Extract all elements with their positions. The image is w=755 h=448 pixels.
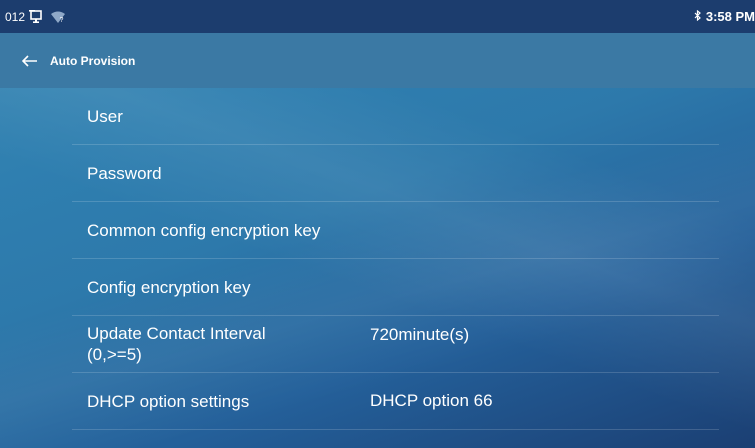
row-update-contact-interval[interactable]: Update Contact Interval (0,>=5) 720minut… [72, 316, 719, 373]
row-common-config-encryption-key[interactable]: Common config encryption key [72, 202, 719, 259]
row-user[interactable]: User [72, 88, 719, 145]
row-dhcp-option-settings[interactable]: DHCP option settings DHCP option 66 [72, 373, 719, 430]
page-title: Auto Provision [50, 53, 136, 68]
settings-list: User Password Common config encryption k… [0, 88, 755, 430]
status-bar: 012 ? 3:58 PM [0, 0, 755, 33]
row-label: User [87, 106, 123, 126]
row-label: DHCP option settings [87, 391, 250, 411]
back-arrow-icon[interactable] [17, 33, 43, 88]
row-password[interactable]: Password [72, 145, 719, 202]
svg-text:?: ? [60, 17, 64, 23]
row-value: 720minute(s) [370, 325, 470, 344]
status-time: 3:58 PM [705, 9, 755, 24]
monitor-icon [29, 10, 43, 23]
bluetooth-icon [694, 9, 702, 24]
row-value: DHCP option 66 [370, 391, 493, 410]
row-label: Config encryption key [87, 277, 251, 297]
status-right: 3:58 PM [694, 0, 755, 33]
row-label: Common config encryption key [87, 220, 321, 240]
row-label: Password [87, 163, 162, 183]
row-config-encryption-key[interactable]: Config encryption key [72, 259, 719, 316]
title-bar: Auto Provision [0, 33, 755, 88]
wifi-icon: ? [51, 11, 66, 23]
row-label: Update Contact Interval (0,>=5) [87, 323, 266, 365]
status-left: 012 ? [0, 9, 66, 24]
row-label-line2: (0,>=5) [87, 345, 142, 364]
row-label-line1: Update Contact Interval [87, 324, 266, 343]
status-number: 012 [5, 9, 26, 24]
